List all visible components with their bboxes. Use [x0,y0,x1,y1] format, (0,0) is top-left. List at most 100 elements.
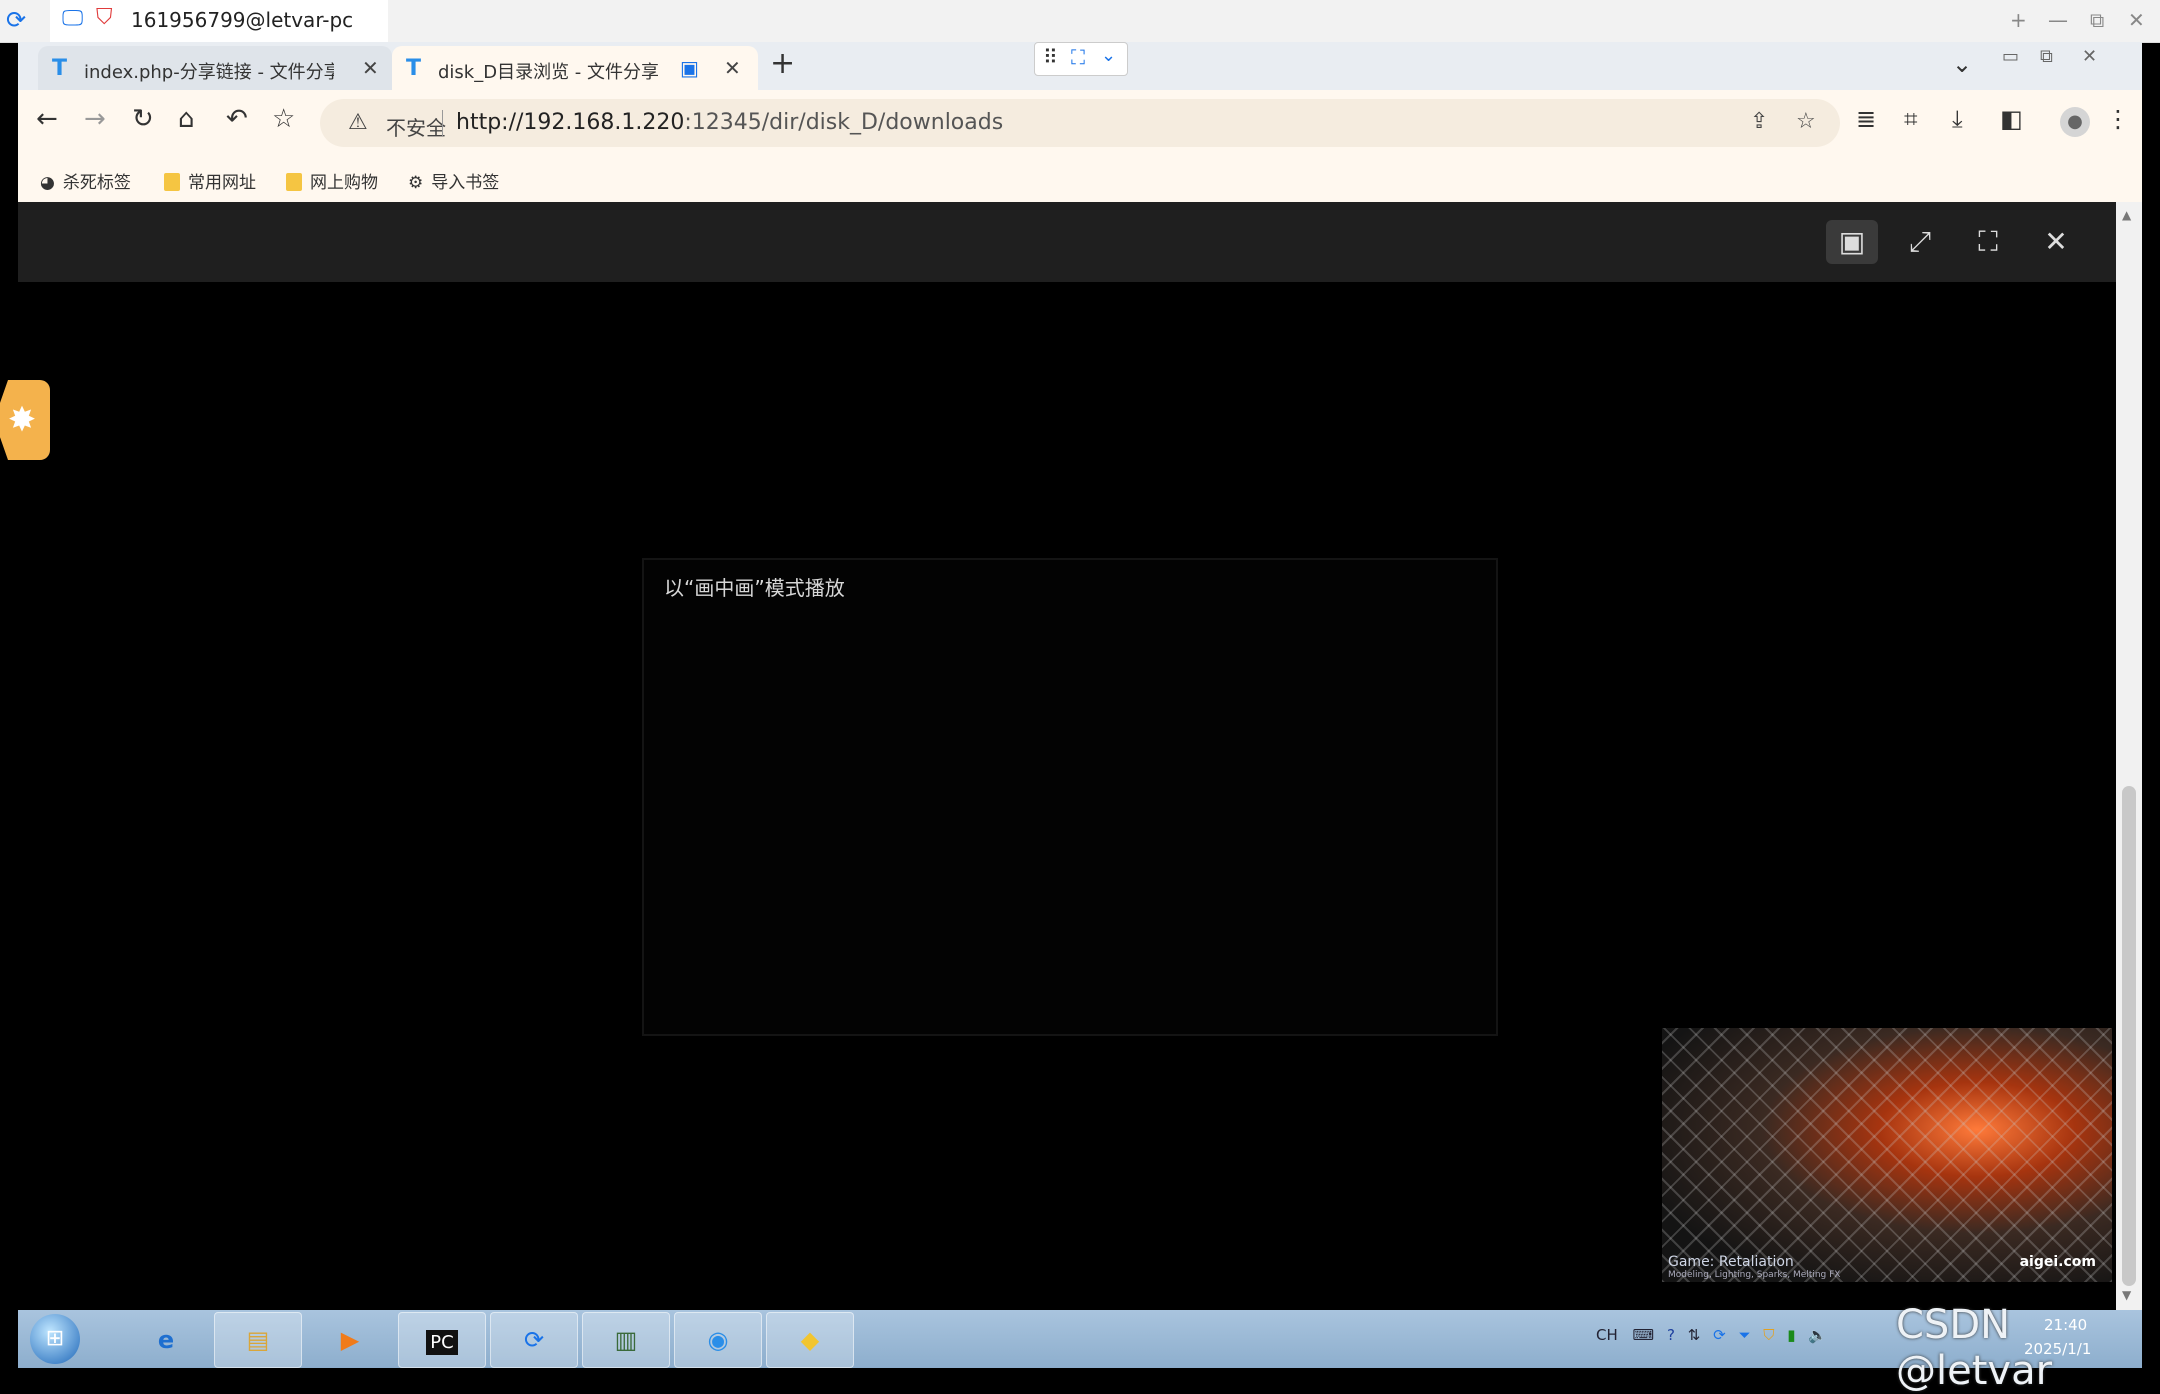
site-favicon-icon: T [406,56,422,81]
pip-mode-label: 以“画中画”模式播放 [664,576,845,600]
floating-star-badge[interactable]: ✸ [0,380,50,460]
undo-close-icon[interactable]: ↶ [226,104,248,134]
bookmark-online-shopping[interactable]: 网上购物 [286,168,378,193]
tab-title: index.php-分享链接 - 文件分享 [84,62,334,83]
url-host: http://192.168.1.220 [456,110,685,135]
network-icon[interactable]: ⇅ [1688,1326,1701,1344]
pip-toggle-button[interactable]: ▣ [1826,220,1878,264]
bookmark-import[interactable]: ⚙ 导入书签 [408,168,499,193]
help-icon[interactable]: ? [1667,1326,1675,1344]
tab-title: disk_D目录浏览 - 文件分享 [438,62,658,83]
side-panel-icon[interactable]: ◧ [2000,105,2023,133]
taskbar-task-manager[interactable]: ▥ [582,1312,670,1368]
pip-control-bar: ▣ ⤢ ⛶ ✕ [18,202,2116,282]
remote-floating-toolbar[interactable]: ⠿ ⛶ ⌄ [1034,42,1128,76]
remote-session-bar: ⟳ 🖵 ⛉ 161956799@letvar-pc + — ⧉ ✕ [0,0,2160,44]
close-tab-icon[interactable]: ✕ [362,56,379,80]
pip-indicator-icon: ▣ [680,56,699,80]
expand-button[interactable]: ⤢ [1894,220,1946,264]
taskbar-ie[interactable]: e [122,1312,210,1368]
reload-icon[interactable]: ↻ [132,104,154,134]
tab-search-chevron-icon[interactable]: ⌄ [1952,50,1972,78]
bookmark-label: 常用网址 [188,173,256,193]
csdn-watermark: CSDN @letvar [1896,1302,2053,1394]
reading-list-icon[interactable]: ≣ [1856,105,1876,133]
taskbar-python[interactable]: ◆ [766,1312,854,1368]
bookmark-label: 网上购物 [310,173,378,193]
battery-icon[interactable]: ▮ [1787,1326,1795,1344]
close-window-button[interactable]: ✕ [2128,8,2145,32]
minimize-button[interactable]: — [2048,8,2068,32]
bookmark-common-sites[interactable]: 常用网址 [164,168,256,193]
taskbar-media-player[interactable]: ▶ [306,1312,394,1368]
expand-arrows-icon: ⤢ [1908,225,1932,258]
bookmark-star-icon[interactable]: ☆ [272,104,295,134]
new-window-button[interactable]: + [2010,8,2027,32]
forward-arrow-icon[interactable]: → [84,104,106,134]
taskbar-remote-app[interactable]: ⟳ [490,1312,578,1368]
folder-icon: ▤ [246,1326,270,1354]
globe-icon: ◕ [40,173,55,193]
bookmark-kill-tabs[interactable]: ◕ 杀死标签 [40,168,131,193]
address-bar[interactable]: ⚠ 不安全 http://192.168.1.220:12345/dir/dis… [320,99,1840,147]
language-indicator[interactable]: CH [1596,1326,1618,1344]
ie-icon: e [157,1326,175,1354]
taskbar-pycharm[interactable]: PC [398,1312,486,1368]
close-tab-icon[interactable]: ✕ [724,56,741,80]
folder-icon [286,173,302,191]
python-icon: ◆ [800,1326,820,1354]
url-text[interactable]: http://192.168.1.220:12345/dir/disk_D/do… [456,110,1003,135]
bookmark-label: 杀死标签 [62,173,131,193]
star-icon[interactable]: ☆ [1796,109,1816,134]
new-tab-button[interactable]: + [770,46,795,81]
share-icon[interactable]: ⇪ [1750,109,1768,134]
chrome-icon: ◉ [707,1326,729,1354]
menu-kebab-icon[interactable]: ⋮ [2106,105,2130,133]
video-caption: Game: Retaliation [1668,1254,1794,1270]
security-label[interactable]: 不安全 [386,112,446,141]
shield-tray-icon[interactable]: ⛉ [1763,1326,1774,1344]
tab-index-share[interactable]: T index.php-分享链接 - 文件分享 ✕ [38,46,392,90]
profile-avatar-icon[interactable]: ● [2060,107,2090,137]
play-icon: ▶ [340,1326,360,1354]
warning-triangle-icon[interactable]: ⚠ [348,110,368,135]
inner-minimize-icon[interactable]: ▭ [2002,46,2019,67]
inner-restore-icon[interactable]: ⧉ [2040,46,2053,67]
taskbar-chrome[interactable]: ◉ [674,1312,762,1368]
shield-icon: ⛉ [96,5,113,30]
crop-icon[interactable]: ⌗ [1904,105,1918,133]
chevron-down-icon[interactable]: ⌄ [1101,45,1116,66]
page-scrollbar[interactable]: ▲ ▼ [2116,202,2142,1310]
monitor-icon: 🖵 [62,6,84,31]
monitor-icon: ▥ [614,1326,638,1354]
back-arrow-icon[interactable]: ← [36,104,58,134]
scrollbar-thumb[interactable] [2122,786,2136,1286]
fullscreen-button[interactable]: ⛶ [1962,220,2014,264]
address-separator [442,110,443,136]
tab-disk-d-browse[interactable]: T disk_D目录浏览 - 文件分享 ▣ ✕ [392,46,758,90]
folder-icon [164,173,180,191]
restore-button[interactable]: ⧉ [2090,8,2104,32]
refresh-tray-icon[interactable]: ⟳ [1713,1326,1726,1344]
close-pip-button[interactable]: ✕ [2030,220,2082,264]
download-icon[interactable]: ⤓ [1952,105,1963,133]
pip-video-window[interactable]: Game: Retaliation Modeling, Lighting, Sp… [1662,1028,2112,1282]
home-icon[interactable]: ⌂ [178,104,195,134]
keyboard-icon[interactable]: ⌨ [1633,1326,1655,1344]
taskbar-explorer[interactable]: ▤ [214,1312,302,1368]
drag-handle-icon[interactable]: ⠿ [1043,45,1058,69]
inner-close-icon[interactable]: ✕ [2082,46,2097,67]
scroll-up-icon[interactable]: ▲ [2122,208,2131,222]
fullscreen-icon[interactable]: ⛶ [1071,45,1085,69]
start-button[interactable]: ⊞ [30,1314,80,1364]
volume-icon[interactable]: 🔈 [1808,1326,1827,1344]
pycharm-icon: PC [426,1330,458,1355]
scroll-down-icon[interactable]: ▼ [2122,1288,2131,1302]
remote-app-icon[interactable]: ⟳ [6,6,26,34]
pip-placeholder[interactable]: 以“画中画”模式播放 [642,558,1498,1036]
filter-tray-icon[interactable]: ⏷ [1738,1326,1750,1344]
bookmarks-bar: ◕ 杀死标签 常用网址 网上购物 ⚙ 导入书签 [18,156,2142,203]
browser-toolbar: ← → ↻ ⌂ ↶ ☆ ⚠ 不安全 http://192.168.1.220:1… [18,90,2142,156]
close-icon: ✕ [2044,225,2068,258]
star-badge-icon: ✸ [7,400,37,440]
